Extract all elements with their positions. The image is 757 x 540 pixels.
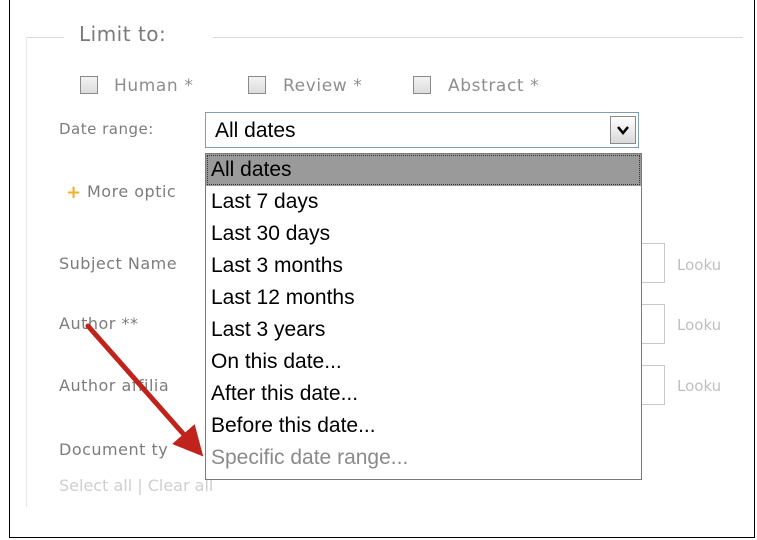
annotation-arrow-icon [85,323,204,457]
